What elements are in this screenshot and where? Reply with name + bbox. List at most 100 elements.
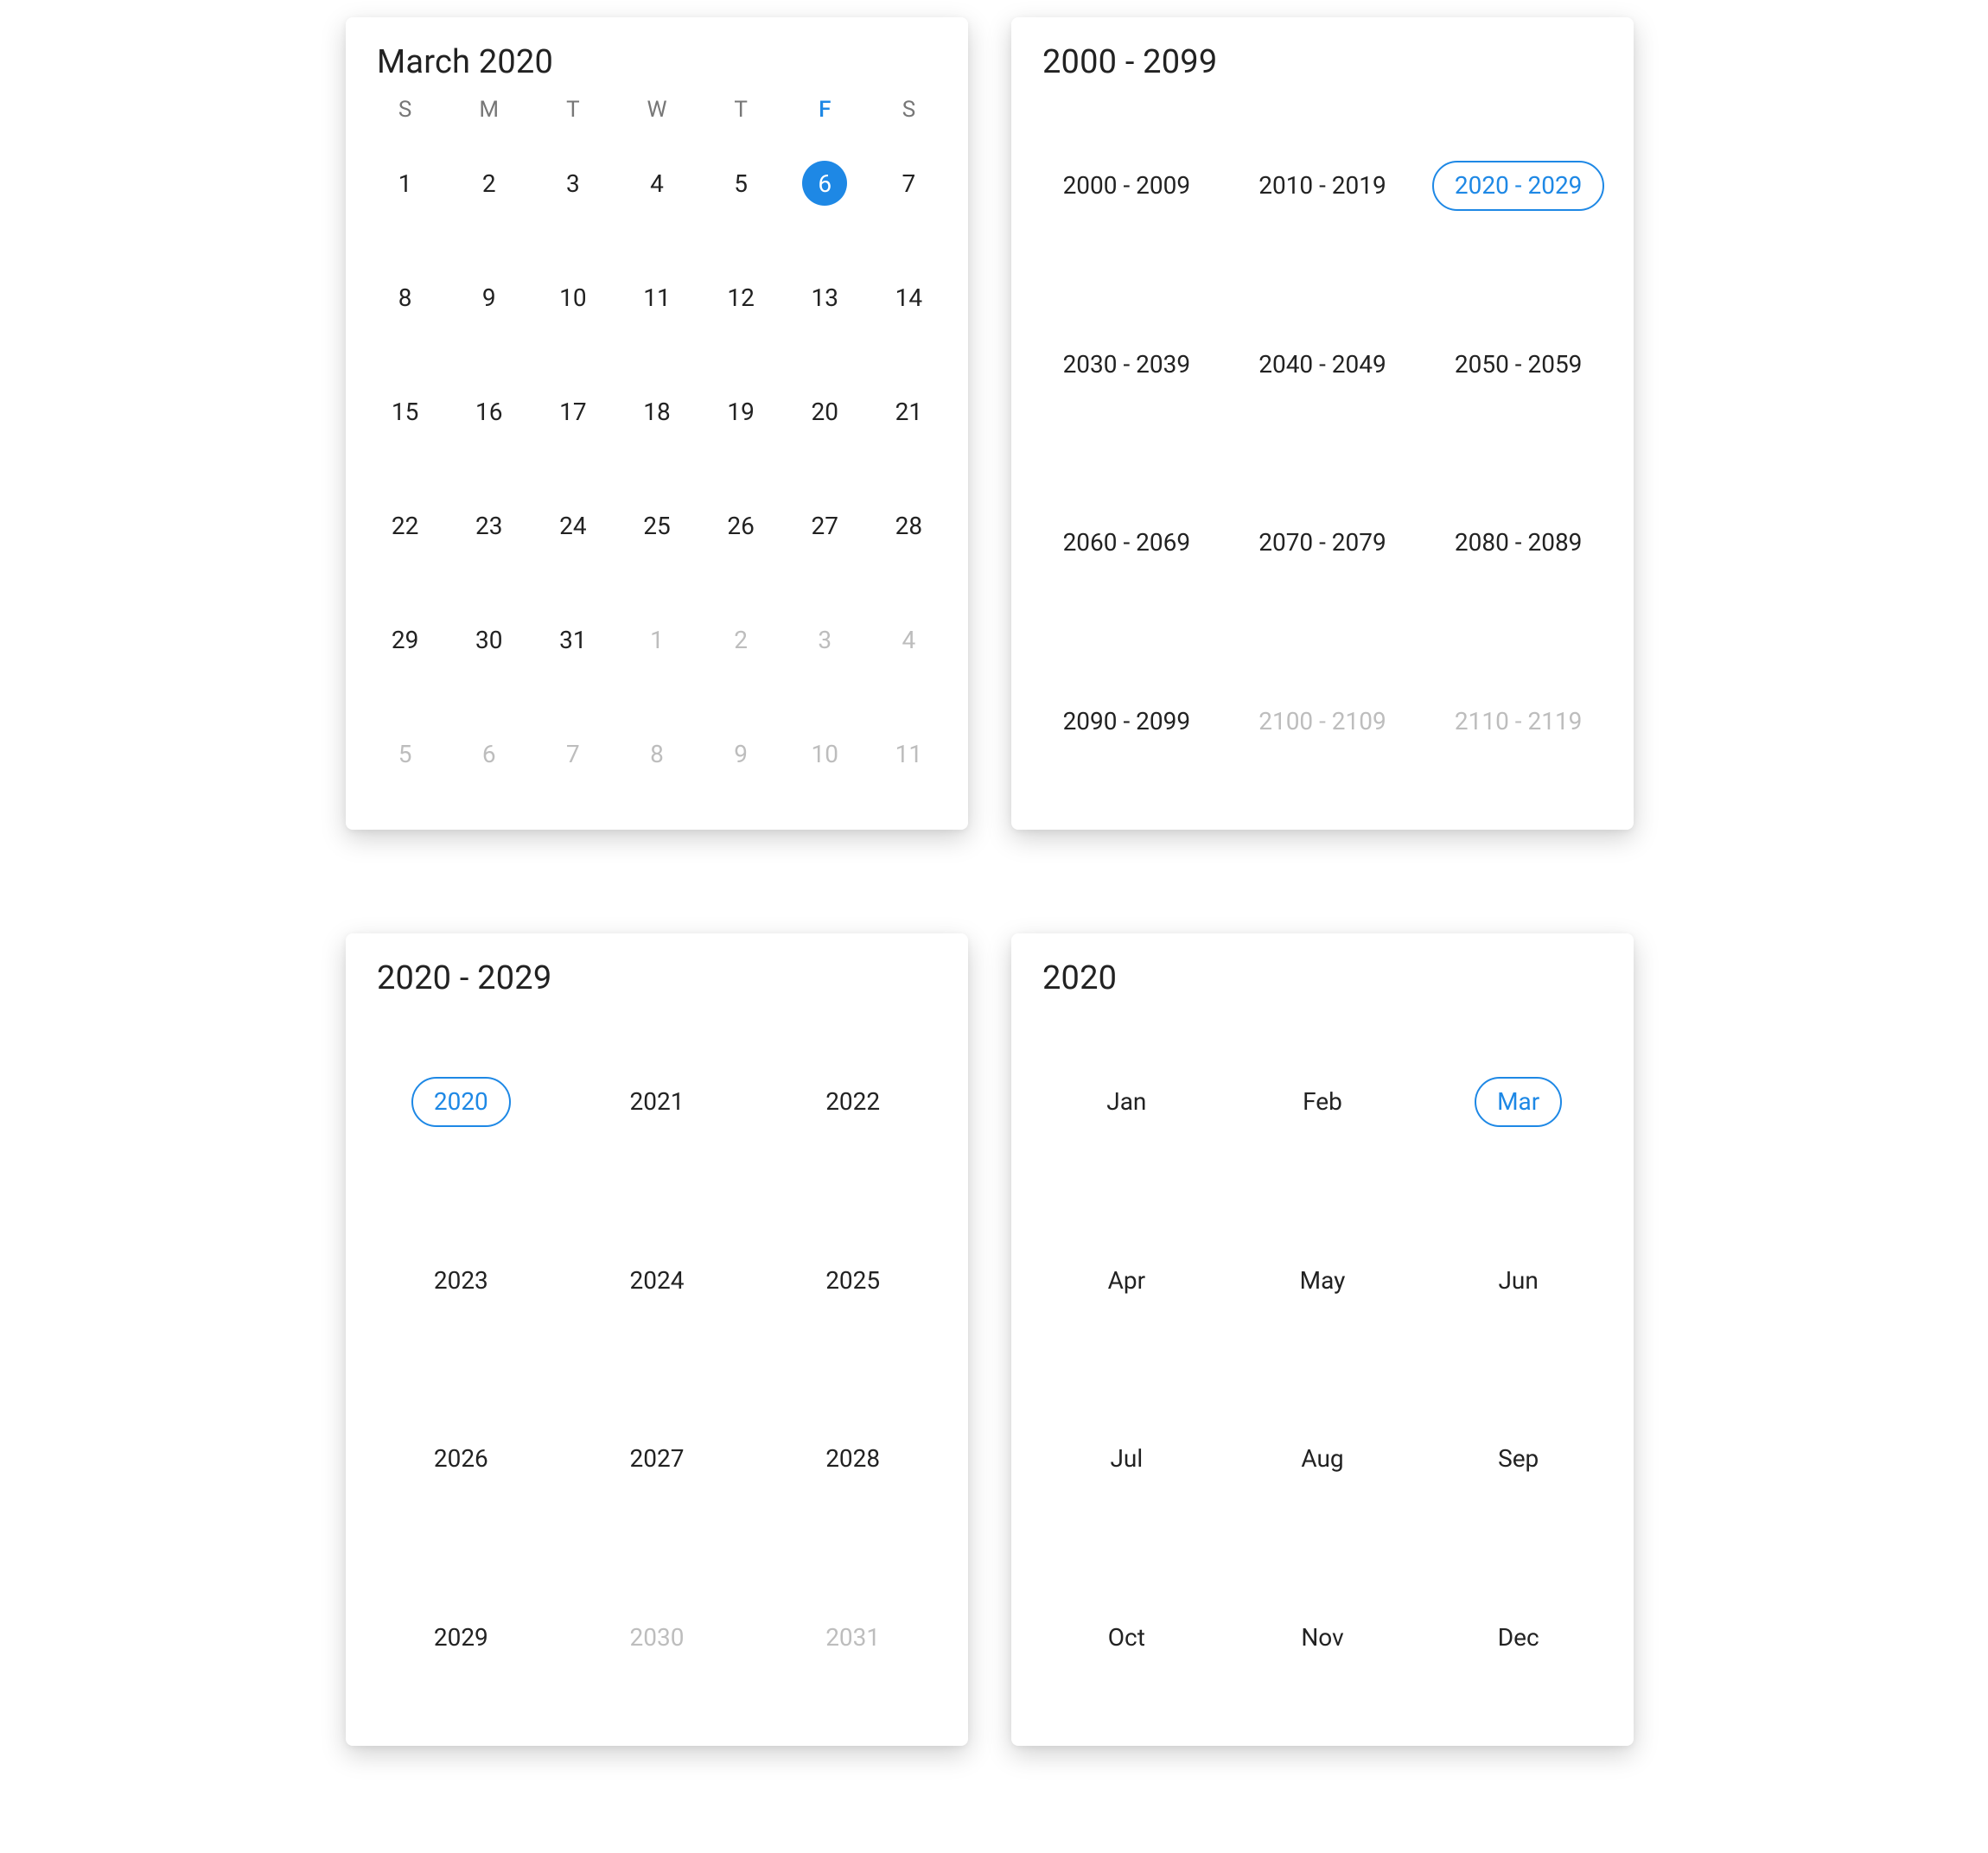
year-label: 2020 — [411, 1077, 511, 1127]
month-cell[interactable]: Jun — [1420, 1192, 1616, 1371]
day-cell[interactable]: 4 — [615, 126, 698, 240]
month-cell[interactable]: Jan — [1029, 1013, 1225, 1192]
month-cell[interactable]: Jul — [1029, 1370, 1225, 1549]
day-cell[interactable]: 26 — [699, 468, 783, 583]
day-cell[interactable]: 3 — [531, 126, 615, 240]
decade-panel-title[interactable]: 2020 - 2029 — [363, 954, 951, 1013]
decade-range-cell[interactable]: 2050 - 2059 — [1420, 276, 1616, 455]
day-cell[interactable]: 10 — [531, 240, 615, 354]
decade-range-cell[interactable]: 2070 - 2079 — [1225, 454, 1421, 633]
day-cell[interactable]: 2 — [699, 583, 783, 697]
day-cell[interactable]: 14 — [867, 240, 951, 354]
day-cell[interactable]: 7 — [867, 126, 951, 240]
month-label: Feb — [1280, 1077, 1365, 1127]
day-cell[interactable]: 19 — [699, 354, 783, 468]
day-cell[interactable]: 10 — [783, 697, 867, 811]
day-cell[interactable]: 8 — [363, 240, 447, 354]
decade-range-cell[interactable]: 2010 - 2019 — [1225, 97, 1421, 276]
day-cell[interactable]: 11 — [867, 697, 951, 811]
day-cell[interactable]: 25 — [615, 468, 698, 583]
month-cell[interactable]: Oct — [1029, 1549, 1225, 1728]
day-cell[interactable]: 1 — [615, 583, 698, 697]
day-cell[interactable]: 9 — [699, 697, 783, 811]
decade-range-cell[interactable]: 2030 - 2039 — [1029, 276, 1225, 455]
year-cell[interactable]: 2020 — [363, 1013, 559, 1192]
month-cell[interactable]: Apr — [1029, 1192, 1225, 1371]
month-label: Jun — [1475, 1256, 1560, 1306]
day-cell[interactable]: 13 — [783, 240, 867, 354]
year-cell[interactable]: 2026 — [363, 1370, 559, 1549]
day-cell[interactable]: 27 — [783, 468, 867, 583]
month-label: Sep — [1475, 1434, 1561, 1484]
year-cell[interactable]: 2027 — [559, 1370, 755, 1549]
day-cell[interactable]: 24 — [531, 468, 615, 583]
day-cell[interactable]: 7 — [531, 697, 615, 811]
day-cell[interactable]: 15 — [363, 354, 447, 468]
day-cell[interactable]: 31 — [531, 583, 615, 697]
day-cell[interactable]: 16 — [447, 354, 531, 468]
weekday-header: S — [363, 97, 447, 123]
decade-range-cell[interactable]: 2040 - 2049 — [1225, 276, 1421, 455]
month-cell[interactable]: Aug — [1225, 1370, 1421, 1549]
decade-range-label: 2100 - 2109 — [1236, 697, 1409, 747]
decade-range-label: 2080 - 2089 — [1432, 518, 1605, 568]
month-label: Nov — [1278, 1613, 1366, 1663]
calendar-decade-panel: 2020 - 2029 2020 20212022 202320242025 2026… — [346, 933, 968, 1746]
month-cell[interactable]: Mar — [1420, 1013, 1616, 1192]
year-cell[interactable]: 2024 — [559, 1192, 755, 1371]
year-cell[interactable]: 2022 — [755, 1013, 951, 1192]
year-cell[interactable]: 2025 — [755, 1192, 951, 1371]
month-cell[interactable]: Sep — [1420, 1370, 1616, 1549]
day-cell[interactable]: 11 — [615, 240, 698, 354]
day-cell[interactable]: 3 — [783, 583, 867, 697]
day-cell[interactable]: 5 — [363, 697, 447, 811]
decade-range-cell[interactable]: 2020 - 2029 — [1420, 97, 1616, 276]
calendar-month-panel: March 2020 SMTWTFS 123456789101112131415… — [346, 17, 968, 830]
decade-range-cell[interactable]: 2090 - 2099 — [1029, 633, 1225, 812]
month-grid: Jan Feb Mar Apr May Jun Jul Aug Sep Oct Nov Dec — [1029, 1013, 1616, 1727]
year-cell[interactable]: 2028 — [755, 1370, 951, 1549]
century-panel-title[interactable]: 2000 - 2099 — [1029, 38, 1616, 97]
day-cell[interactable]: 17 — [531, 354, 615, 468]
month-label: Jul — [1087, 1434, 1165, 1484]
month-label: Dec — [1475, 1613, 1562, 1663]
year-label: 2030 — [608, 1613, 707, 1663]
day-cell[interactable]: 2 — [447, 126, 531, 240]
month-cell[interactable]: Dec — [1420, 1549, 1616, 1728]
weekday-header: W — [615, 97, 698, 123]
day-cell[interactable]: 8 — [615, 697, 698, 811]
day-cell[interactable]: 18 — [615, 354, 698, 468]
day-cell[interactable]: 5 — [699, 126, 783, 240]
year-cell[interactable]: 2023 — [363, 1192, 559, 1371]
day-cell[interactable]: 30 — [447, 583, 531, 697]
day-cell[interactable]: 1 — [363, 126, 447, 240]
day-cell[interactable]: 22 — [363, 468, 447, 583]
day-cell[interactable]: 4 — [867, 583, 951, 697]
day-cell[interactable]: 28 — [867, 468, 951, 583]
month-cell[interactable]: May — [1225, 1192, 1421, 1371]
day-cell[interactable]: 9 — [447, 240, 531, 354]
month-cell[interactable]: Nov — [1225, 1549, 1421, 1728]
day-cell[interactable]: 29 — [363, 583, 447, 697]
day-cell[interactable]: 6 — [783, 126, 867, 240]
decade-range-label: 2090 - 2099 — [1041, 697, 1214, 747]
month-cell[interactable]: Feb — [1225, 1013, 1421, 1192]
day-cell[interactable]: 23 — [447, 468, 531, 583]
year-cell[interactable]: 2021 — [559, 1013, 755, 1192]
year-label: 2031 — [803, 1613, 902, 1663]
decade-range-cell[interactable]: 2000 - 2009 — [1029, 97, 1225, 276]
month-panel-title[interactable]: March 2020 — [363, 38, 951, 97]
day-cell[interactable]: 6 — [447, 697, 531, 811]
decade-range-label: 2020 - 2029 — [1432, 161, 1605, 211]
decade-range-cell[interactable]: 2080 - 2089 — [1420, 454, 1616, 633]
decade-range-cell: 2110 - 2119 — [1420, 633, 1616, 812]
year-cell: 2030 — [559, 1549, 755, 1728]
year-panel-title[interactable]: 2020 — [1029, 954, 1616, 1013]
year-cell[interactable]: 2029 — [363, 1549, 559, 1728]
day-cell[interactable]: 21 — [867, 354, 951, 468]
day-cell[interactable]: 12 — [699, 240, 783, 354]
month-label: May — [1278, 1256, 1368, 1306]
decade-range-cell[interactable]: 2060 - 2069 — [1029, 454, 1225, 633]
decade-range-grid: 2000 - 20092010 - 20192020 - 2029 2030 - … — [1029, 97, 1616, 811]
day-cell[interactable]: 20 — [783, 354, 867, 468]
